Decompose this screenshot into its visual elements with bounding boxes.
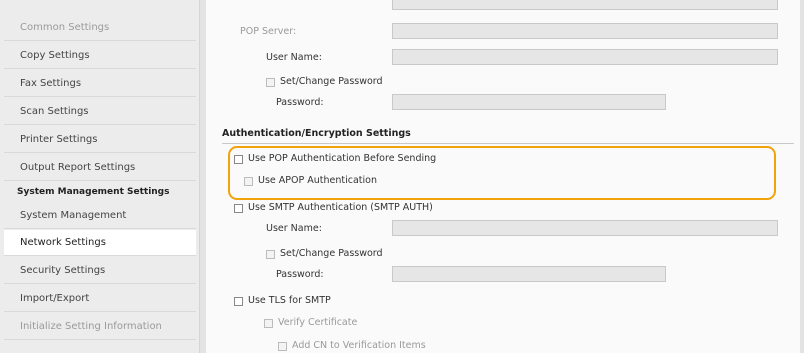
smtp-user-name-label: User Name: <box>266 223 322 234</box>
pop-user-name-field[interactable] <box>392 49 778 65</box>
pop-set-change-password-label: Set/Change Password <box>280 76 383 87</box>
email-address-field[interactable] <box>392 0 778 10</box>
add-cn-label: Add CN to Verification Items <box>292 340 426 351</box>
sidebar-item-common-settings[interactable]: Common Settings <box>4 15 196 41</box>
sidebar-item-import-export[interactable]: Import/Export <box>4 286 196 312</box>
sidebar-heading-system-management-settings: System Management Settings <box>17 187 170 197</box>
pop-user-name-label: User Name: <box>266 52 322 63</box>
highlight-callout <box>228 146 776 200</box>
sidebar-item-printer-settings[interactable]: Printer Settings <box>4 127 196 153</box>
sidebar-item-fax-settings[interactable]: Fax Settings <box>4 71 196 97</box>
pop-server-label: POP Server: <box>240 26 297 37</box>
tls-smtp-checkbox[interactable] <box>234 297 243 306</box>
sidebar-item-system-management[interactable]: System Management <box>4 203 196 229</box>
smtp-password-label: Password: <box>276 269 324 280</box>
smtp-auth-label: Use SMTP Authentication (SMTP AUTH) <box>248 202 433 213</box>
pop-set-change-password-checkbox[interactable] <box>266 78 275 87</box>
pop-server-field[interactable] <box>392 23 778 39</box>
sidebar-item-initialize-setting-information[interactable]: Initialize Setting Information <box>4 314 196 340</box>
sidebar-item-network-settings[interactable]: Network Settings <box>4 230 196 256</box>
tls-smtp-label: Use TLS for SMTP <box>248 295 331 306</box>
sidebar-item-copy-settings[interactable]: Copy Settings <box>4 43 196 69</box>
sidebar-item-security-settings[interactable]: Security Settings <box>4 258 196 284</box>
pop-password-field[interactable] <box>392 94 666 110</box>
smtp-user-name-field[interactable] <box>392 220 778 236</box>
verify-certificate-checkbox[interactable] <box>264 319 273 328</box>
smtp-set-change-password-checkbox[interactable] <box>266 250 275 259</box>
smtp-auth-checkbox[interactable] <box>234 204 243 213</box>
smtp-password-field[interactable] <box>392 266 666 282</box>
sidebar-item-output-report-settings[interactable]: Output Report Settings <box>4 155 196 181</box>
settings-sidebar: Common Settings Copy Settings Fax Settin… <box>0 0 200 353</box>
smtp-set-change-password-label: Set/Change Password <box>280 248 383 259</box>
pop-password-label: Password: <box>276 97 324 108</box>
verify-certificate-label: Verify Certificate <box>278 317 358 328</box>
add-cn-checkbox[interactable] <box>278 342 287 351</box>
auth-encryption-section-title: Authentication/Encryption Settings <box>222 128 794 144</box>
sidebar-item-scan-settings[interactable]: Scan Settings <box>4 99 196 125</box>
